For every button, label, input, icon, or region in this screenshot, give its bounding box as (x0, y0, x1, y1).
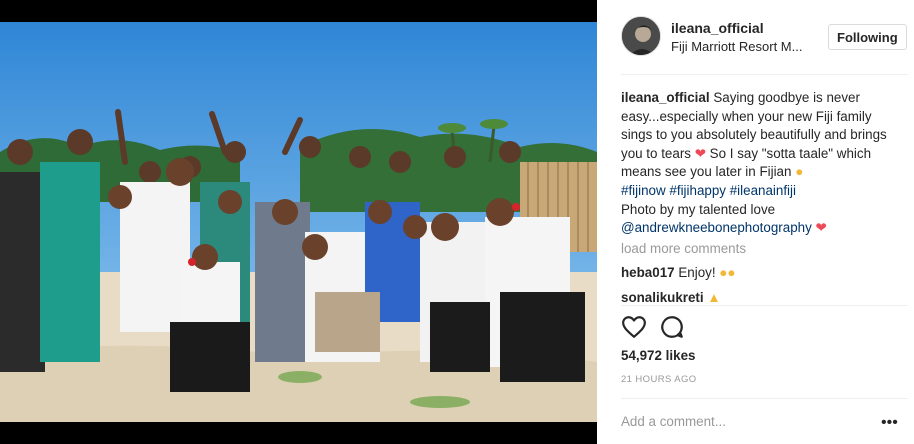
comment-item: heba017 Enjoy! ●● (621, 265, 735, 280)
more-options-icon[interactable]: ••• (881, 414, 898, 432)
caption-username[interactable]: ileana_official (621, 90, 710, 105)
group-photo-image (0, 22, 597, 422)
comment-item: sonalikukreti ▲ (621, 290, 721, 305)
comments-divider (621, 305, 908, 306)
comment-bubble-icon (661, 316, 683, 338)
composer-divider (621, 398, 908, 399)
post-header: ileana_official Fiji Marriott Resort M..… (597, 0, 914, 74)
kiss-emoji-icon: ● (727, 265, 736, 280)
add-comment-input[interactable]: Add a comment... (621, 414, 726, 429)
like-button[interactable] (621, 314, 647, 340)
mention-link[interactable]: @andrewkneebonephotography (621, 220, 812, 235)
post-side-panel: ileana_official Fiji Marriott Resort M..… (597, 0, 914, 444)
following-button[interactable]: Following (828, 24, 907, 50)
likes-count[interactable]: 54,972 likes (621, 348, 695, 363)
hashtag-ileanainfiji[interactable]: #ileanainfiji (730, 183, 796, 198)
post-timestamp[interactable]: 21 HOURS AGO (621, 374, 697, 385)
header-divider (621, 74, 908, 75)
red-heart-emoji-icon: ❤ (815, 220, 827, 236)
avatar[interactable] (621, 16, 661, 56)
post-photo[interactable] (0, 0, 597, 444)
hashtag-fijinow[interactable]: #fijinow (621, 183, 666, 198)
comment-text: Enjoy! (678, 265, 716, 280)
red-heart-emoji-icon: ❤ (694, 145, 706, 161)
header-username[interactable]: ileana_official (671, 20, 764, 36)
hashtag-fijihappy[interactable]: #fijihappy (669, 183, 726, 198)
person-emoji-icon: ● (795, 164, 804, 180)
comment-username[interactable]: heba017 (621, 265, 675, 280)
post-caption: ileana_official Saying goodbye is never … (621, 89, 906, 238)
comment-username[interactable]: sonalikukreti (621, 290, 704, 305)
heart-outline-icon (622, 316, 646, 338)
comment-button[interactable] (659, 314, 685, 340)
avatar-image (622, 17, 660, 55)
thumbs-up-emoji-icon: ▲ (707, 290, 721, 305)
load-more-comments-link[interactable]: load more comments (621, 241, 746, 256)
header-location[interactable]: Fiji Marriott Resort M... (671, 39, 811, 54)
caption-text-3: Photo by my talented love (621, 201, 776, 217)
